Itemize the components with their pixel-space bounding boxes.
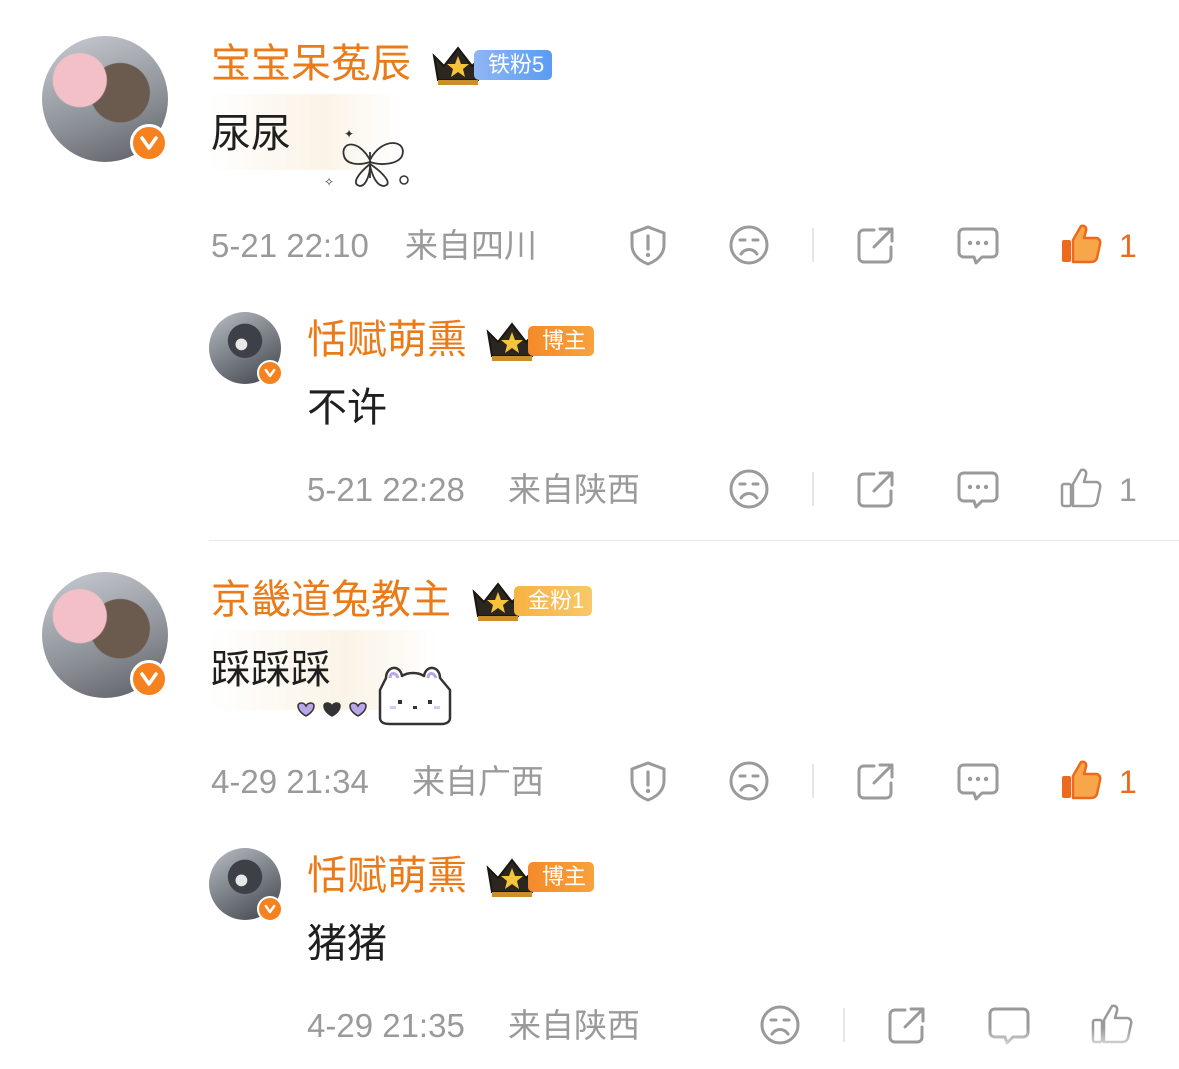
verified-v-icon [130, 124, 168, 162]
comment-text: 尿尿 [211, 112, 291, 156]
reply-location: 来自陕西 [508, 471, 640, 508]
divider [812, 764, 814, 798]
comment-author[interactable]: 京畿道兔教主 [211, 576, 451, 624]
sad-face-icon[interactable] [727, 467, 771, 511]
shield-alert-icon[interactable] [626, 223, 670, 267]
verified-v-icon [257, 896, 283, 922]
like-count: 1 [1119, 228, 1137, 264]
like-count: 1 [1119, 472, 1137, 508]
sad-face-icon[interactable] [758, 1003, 802, 1047]
bunny-sticker [297, 666, 452, 726]
share-icon[interactable] [854, 467, 898, 511]
avatar[interactable] [209, 312, 283, 386]
comment-location: 来自四川 [405, 227, 537, 264]
fan-level-badge: 铁粉5 [474, 50, 553, 80]
divider [209, 540, 1179, 541]
divider [812, 228, 814, 262]
comment-icon[interactable] [956, 467, 1000, 511]
divider [812, 472, 814, 506]
svg-text:✦: ✦ [344, 128, 354, 141]
avatar[interactable] [42, 36, 168, 162]
fan-level-badge: 金粉1 [514, 586, 593, 616]
reply-text: 不许 [307, 386, 387, 430]
reply-author[interactable]: 恬赋萌熏 [307, 852, 467, 900]
blogger-badge: 博主 [528, 862, 595, 892]
like-count: 1 [1119, 764, 1137, 800]
comment-time: 5-21 22:10 [211, 227, 369, 264]
reply-time: 5-21 22:28 [307, 471, 465, 508]
comment-thread: 宝宝呆菟辰 铁粉5 尿尿 ✦ ✧ 5-21 22:10 来自四川 1 恬赋萌熏 … [0, 0, 1179, 1069]
reply-location: 来自陕西 [508, 1007, 640, 1044]
divider [843, 1008, 845, 1042]
thumbs-up-icon[interactable] [1058, 465, 1104, 511]
reply-time: 4-29 21:35 [307, 1007, 465, 1044]
butterfly-sticker: ✦ ✧ [324, 128, 409, 189]
comment-author[interactable]: 宝宝呆菟辰 [211, 40, 411, 88]
shield-alert-icon[interactable] [626, 759, 670, 803]
comment-time: 4-29 21:34 [211, 763, 369, 800]
sad-face-icon[interactable] [727, 759, 771, 803]
share-icon[interactable] [854, 223, 898, 267]
comment-icon[interactable] [956, 759, 1000, 803]
verified-v-icon [257, 360, 283, 386]
sad-face-icon[interactable] [727, 223, 771, 267]
comment-icon[interactable] [956, 223, 1000, 267]
verified-v-icon [130, 660, 168, 698]
bottom-fade [960, 1028, 1179, 1069]
avatar[interactable] [209, 848, 283, 922]
avatar[interactable] [42, 572, 168, 698]
svg-text:✧: ✧ [324, 175, 334, 189]
reply-text: 猪猪 [307, 922, 387, 966]
share-icon[interactable] [885, 1003, 929, 1047]
thumbs-up-icon[interactable] [1058, 757, 1104, 803]
share-icon[interactable] [854, 759, 898, 803]
blogger-badge: 博主 [528, 326, 595, 356]
thumbs-up-icon[interactable] [1058, 221, 1104, 267]
reply-author[interactable]: 恬赋萌熏 [307, 316, 467, 364]
comment-location: 来自广西 [412, 763, 544, 800]
